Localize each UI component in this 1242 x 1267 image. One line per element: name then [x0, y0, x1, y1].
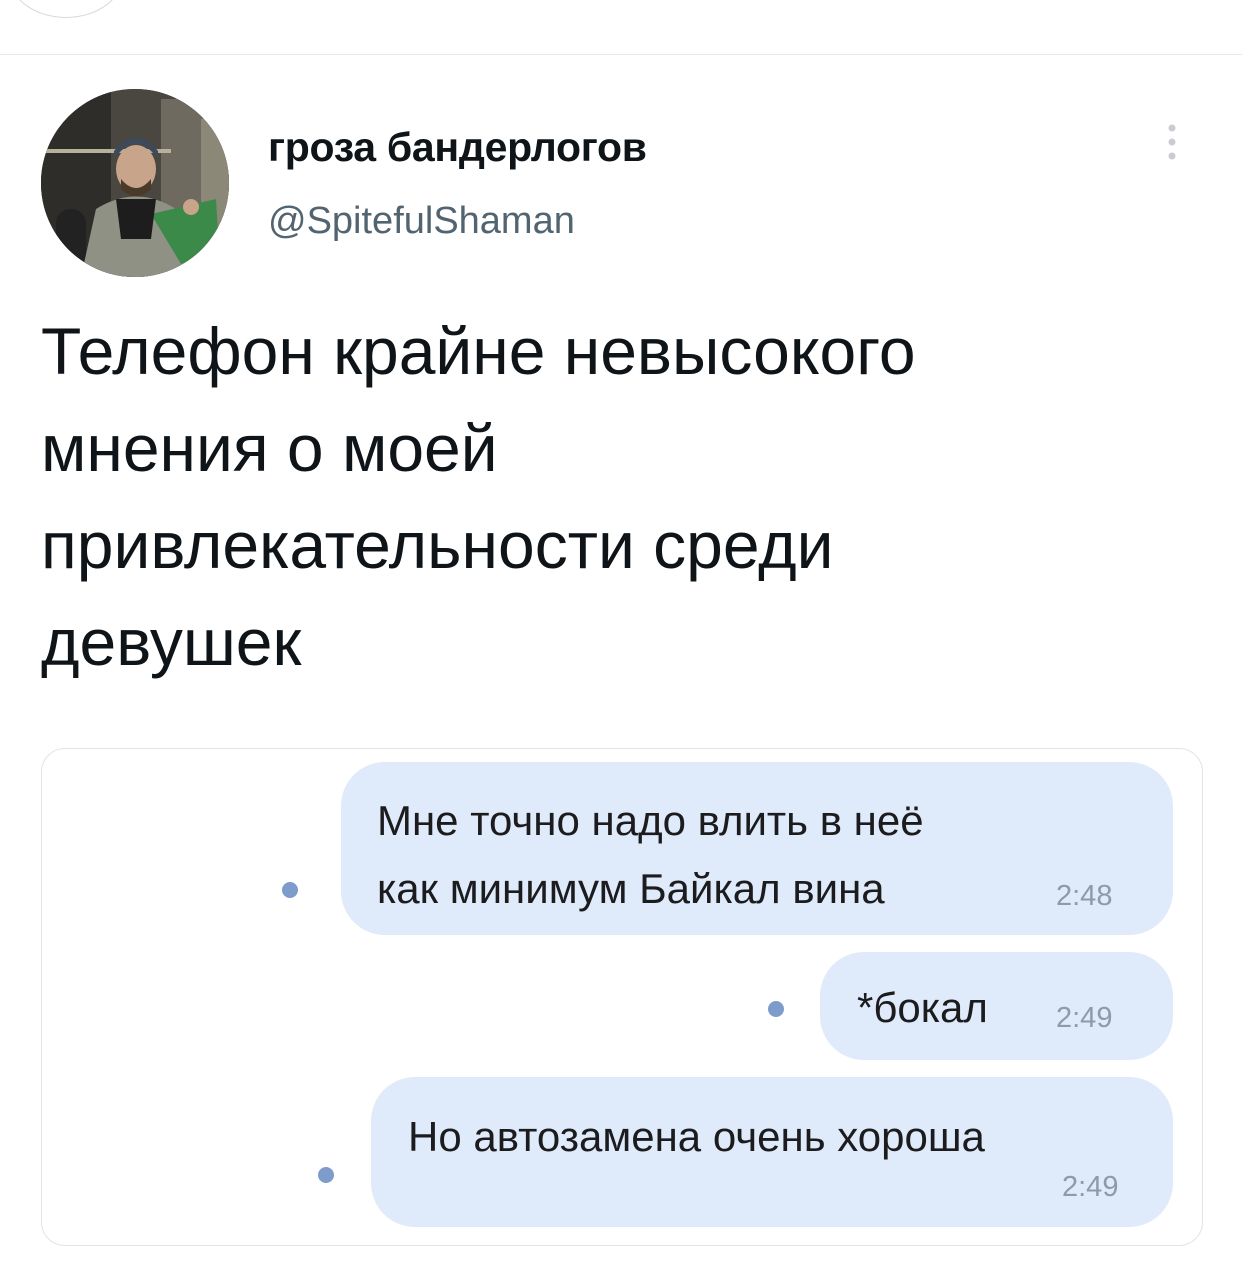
message-bubble[interactable]: Мне точно надо влить в неё как минимум Б…	[341, 762, 1173, 935]
avatar[interactable]	[41, 89, 229, 277]
message-text: Мне точно надо влить в неё	[377, 797, 924, 844]
message-time: 2:49	[1056, 1002, 1113, 1034]
tweet-image[interactable]: Мне точно надо влить в неё как минимум Б…	[41, 748, 1203, 1246]
message-time: 2:49	[1062, 1171, 1119, 1203]
tweet-text-line: мнения о моей	[41, 411, 498, 485]
previous-avatar-edge	[8, 0, 124, 18]
tweet-text-line: Телефон крайне невысокого	[41, 314, 916, 388]
message-text: *бокал	[857, 984, 988, 1031]
message-text: как минимум Байкал вина	[377, 865, 885, 912]
unread-dot	[318, 1167, 334, 1183]
message-bubble[interactable]: *бокал 2:49	[820, 952, 1173, 1060]
unread-dot	[768, 1001, 784, 1017]
message-bubble[interactable]: Но автозамена очень хороша 2:49	[371, 1077, 1173, 1227]
divider	[0, 54, 1242, 55]
unread-dot	[282, 882, 298, 898]
display-name[interactable]: гроза бандерлогов	[268, 124, 647, 171]
message-text: Но автозамена очень хороша	[408, 1113, 985, 1160]
tweet-text: Телефон крайне невысокого мнения о моей …	[41, 303, 1161, 691]
more-vertical-icon[interactable]	[1160, 122, 1184, 170]
message-time: 2:48	[1056, 880, 1113, 912]
user-handle[interactable]: @SpitefulShaman	[268, 200, 575, 243]
tweet-text-line: девушек	[41, 605, 302, 679]
tweet-text-line: привлекательности среди	[41, 508, 834, 582]
